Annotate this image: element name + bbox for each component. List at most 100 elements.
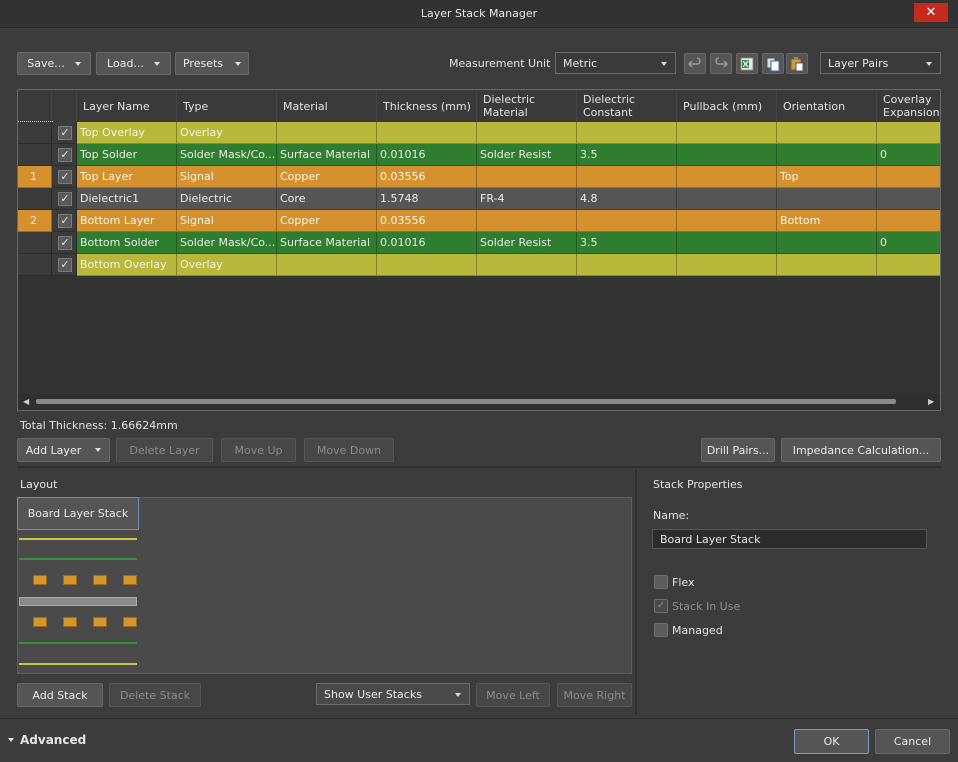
column-header-thickness[interactable]: Thickness (mm) xyxy=(377,90,477,122)
cell-enabled[interactable]: ✓ xyxy=(52,144,77,166)
cell-dielectric-constant[interactable]: 4.8 xyxy=(577,188,677,210)
move-up-button[interactable]: Move Up xyxy=(221,438,296,462)
table-row[interactable]: ✓ Bottom Solder Solder Mask/Co... Surface M… xyxy=(18,232,940,254)
cell-enabled[interactable]: ✓ xyxy=(52,166,77,188)
layer-stack-grid[interactable]: Layer Name Type Material Thickness (mm) … xyxy=(17,89,941,411)
table-row[interactable]: ✓ Top Overlay Overlay xyxy=(18,121,940,145)
cell-dielectric-material[interactable]: Solder Resist xyxy=(477,232,577,254)
cell-type[interactable]: Solder Mask/Co... xyxy=(177,144,277,166)
cell-pullback[interactable] xyxy=(677,122,777,144)
scrollbar-thumb[interactable] xyxy=(36,399,896,404)
stack-name-input[interactable]: Board Layer Stack xyxy=(652,529,927,549)
cell-orientation[interactable] xyxy=(777,188,877,210)
cell-type[interactable]: Overlay xyxy=(177,122,277,144)
cell-thickness[interactable] xyxy=(377,122,477,144)
delete-layer-button[interactable]: Delete Layer xyxy=(116,438,213,462)
cell-thickness[interactable]: 1.5748 xyxy=(377,188,477,210)
cell-material[interactable]: Surface Material xyxy=(277,144,377,166)
scroll-left-icon[interactable]: ◀ xyxy=(23,397,29,406)
table-row[interactable]: 2 ✓ Bottom Layer Signal Copper 0.03556 Bottom xyxy=(18,210,940,232)
cell-layer-name[interactable]: Dielectric1 xyxy=(77,188,177,210)
load-button[interactable]: Load... xyxy=(96,52,171,75)
move-left-button[interactable]: Move Left xyxy=(476,683,550,707)
cell-thickness[interactable]: 0.01016 xyxy=(377,232,477,254)
cancel-button[interactable]: Cancel xyxy=(875,729,950,754)
cell-layer-name[interactable]: Top Layer xyxy=(77,166,177,188)
row-enabled-checkbox[interactable]: ✓ xyxy=(58,192,72,206)
cell-orientation[interactable]: Bottom xyxy=(777,210,877,232)
cell-number[interactable] xyxy=(18,121,53,145)
board-layer-stack-tab[interactable]: Board Layer Stack xyxy=(17,497,139,530)
cell-dielectric-material[interactable] xyxy=(477,122,577,144)
advanced-toggle[interactable]: Advanced xyxy=(8,733,86,747)
cell-pullback[interactable] xyxy=(677,232,777,254)
cell-material[interactable]: Copper xyxy=(277,166,377,188)
cell-pullback[interactable] xyxy=(677,166,777,188)
redo-button[interactable] xyxy=(710,53,732,74)
managed-checkbox[interactable] xyxy=(654,623,668,637)
cell-layer-name[interactable]: Bottom Solder xyxy=(77,232,177,254)
cell-type[interactable]: Dielectric xyxy=(177,188,277,210)
copy-button[interactable] xyxy=(762,53,784,74)
cell-number[interactable] xyxy=(18,232,52,254)
cell-enabled[interactable]: ✓ xyxy=(52,232,77,254)
column-header-type[interactable]: Type xyxy=(177,90,277,122)
cell-type[interactable]: Signal xyxy=(177,166,277,188)
cell-material[interactable] xyxy=(277,254,377,276)
row-enabled-checkbox[interactable]: ✓ xyxy=(58,148,72,162)
cell-enabled[interactable]: ✓ xyxy=(52,188,77,210)
cell-enabled[interactable]: ✓ xyxy=(52,122,77,144)
scroll-right-icon[interactable]: ▶ xyxy=(928,397,934,406)
cell-type[interactable]: Solder Mask/Co... xyxy=(177,232,277,254)
column-header-dielectric-constant[interactable]: Dielectric Constant xyxy=(577,90,677,122)
cell-orientation[interactable]: Top xyxy=(777,166,877,188)
cell-dielectric-material[interactable]: FR-4 xyxy=(477,188,577,210)
presets-button[interactable]: Presets xyxy=(175,52,249,75)
cell-dielectric-constant[interactable]: 3.5 xyxy=(577,232,677,254)
column-header-orientation[interactable]: Orientation xyxy=(777,90,877,122)
column-header-layer-name[interactable]: Layer Name xyxy=(77,90,177,122)
cell-material[interactable]: Copper xyxy=(277,210,377,232)
cell-number[interactable]: 2 xyxy=(18,210,52,232)
cell-number[interactable] xyxy=(18,144,52,166)
cell-pullback[interactable] xyxy=(677,144,777,166)
cell-thickness[interactable]: 0.03556 xyxy=(377,166,477,188)
cell-layer-name[interactable]: Top Solder xyxy=(77,144,177,166)
show-stacks-select[interactable]: Show User Stacks xyxy=(316,683,470,705)
drill-pairs-button[interactable]: Drill Pairs... xyxy=(701,438,775,462)
column-header-dielectric-material[interactable]: Dielectric Material xyxy=(477,90,577,122)
move-right-button[interactable]: Move Right xyxy=(557,683,632,707)
cell-type[interactable]: Signal xyxy=(177,210,277,232)
cell-number[interactable] xyxy=(18,254,52,276)
cell-pullback[interactable] xyxy=(677,188,777,210)
column-header-material[interactable]: Material xyxy=(277,90,377,122)
move-down-button[interactable]: Move Down xyxy=(304,438,394,462)
cell-enabled[interactable]: ✓ xyxy=(52,210,77,232)
undo-button[interactable] xyxy=(684,53,706,74)
row-enabled-checkbox[interactable]: ✓ xyxy=(58,214,72,228)
close-button[interactable]: ✕ xyxy=(914,3,948,22)
cell-orientation[interactable] xyxy=(777,232,877,254)
cell-orientation[interactable] xyxy=(777,254,877,276)
table-row[interactable]: ✓ Top Solder Solder Mask/Co... Surface Mate… xyxy=(18,144,940,166)
cell-dielectric-constant[interactable] xyxy=(577,122,677,144)
cell-layer-name[interactable]: Bottom Layer xyxy=(77,210,177,232)
cell-material[interactable] xyxy=(277,122,377,144)
row-enabled-checkbox[interactable]: ✓ xyxy=(58,126,72,140)
cell-orientation[interactable] xyxy=(777,144,877,166)
cell-dielectric-material[interactable] xyxy=(477,254,577,276)
cell-coverlay-expansion[interactable]: 0 xyxy=(877,232,940,254)
cell-dielectric-constant[interactable] xyxy=(577,166,677,188)
cell-dielectric-constant[interactable]: 3.5 xyxy=(577,144,677,166)
cell-number[interactable]: 1 xyxy=(18,166,52,188)
cell-pullback[interactable] xyxy=(677,254,777,276)
cell-dielectric-constant[interactable] xyxy=(577,254,677,276)
stack-in-use-checkbox[interactable]: ✓ xyxy=(654,599,668,613)
paste-button[interactable] xyxy=(786,53,808,74)
table-row[interactable]: ✓ Dielectric1 Dielectric Core 1.5748 FR-4 4.8 xyxy=(18,188,940,210)
cell-thickness[interactable]: 0.01016 xyxy=(377,144,477,166)
cell-layer-name[interactable]: Top Overlay xyxy=(77,122,177,144)
table-row[interactable]: ✓ Bottom Overlay Overlay xyxy=(18,254,940,276)
cell-dielectric-material[interactable]: Solder Resist xyxy=(477,144,577,166)
impedance-calculation-button[interactable]: Impedance Calculation... xyxy=(781,438,941,462)
